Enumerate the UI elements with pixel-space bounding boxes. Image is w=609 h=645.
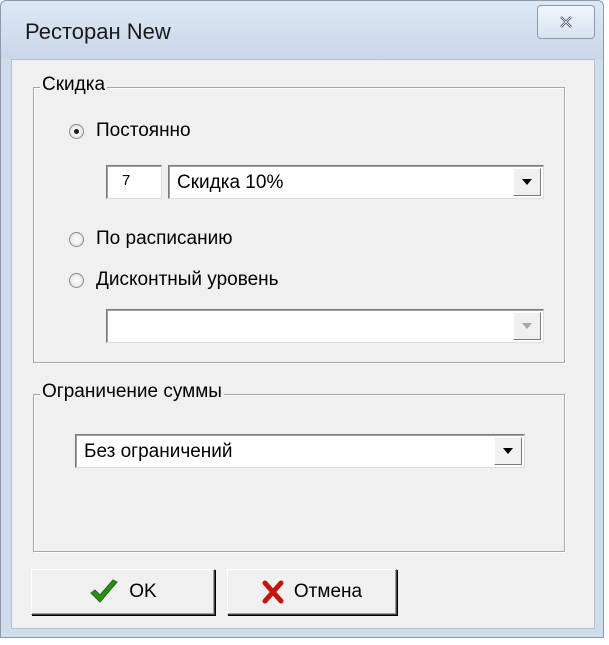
radio-discount-level[interactable]: Дисконтный уровень	[69, 269, 279, 291]
ok-button-label: OK	[129, 581, 157, 602]
discount-select-value: Скидка 10%	[177, 172, 284, 193]
radio-checked-icon	[69, 123, 84, 139]
checkmark-icon	[90, 579, 119, 603]
limit-select-value: Без ограничений	[84, 441, 233, 462]
discount-code-value: 7	[122, 172, 131, 189]
ok-button[interactable]: OK	[31, 569, 215, 615]
radio-constant[interactable]: Постоянно	[69, 120, 191, 142]
discount-code-field[interactable]: 7	[106, 165, 162, 199]
limit-select[interactable]: Без ограничений	[75, 434, 525, 468]
limit-group-label: Ограничение суммы	[40, 381, 224, 403]
dropdown-arrow-icon	[522, 323, 532, 329]
title-bar[interactable]: Ресторан New	[1, 1, 603, 59]
window-title: Ресторан New	[25, 19, 171, 44]
radio-constant-label: Постоянно	[96, 120, 191, 141]
discount-group-label: Скидка	[40, 74, 108, 96]
dialog-window: Ресторан New Скидка Постоянно 7 Скидка 1…	[0, 0, 604, 638]
close-button[interactable]	[537, 5, 595, 39]
cross-icon	[262, 580, 284, 604]
radio-schedule-label: По расписанию	[96, 228, 233, 249]
radio-unchecked-icon	[69, 272, 84, 288]
radio-unchecked-icon	[69, 231, 84, 247]
radio-discount-level-label: Дисконтный уровень	[96, 269, 279, 290]
discount-select[interactable]: Скидка 10%	[168, 165, 544, 199]
dialog-client-area: Скидка Постоянно 7 Скидка 10% По расписа…	[11, 59, 595, 629]
dropdown-button[interactable]	[494, 437, 522, 465]
dropdown-arrow-icon	[522, 179, 532, 185]
limit-group: Ограничение суммы	[33, 381, 565, 552]
dropdown-arrow-icon	[503, 448, 513, 454]
discount-level-select[interactable]	[106, 309, 544, 343]
dropdown-button[interactable]	[513, 168, 541, 196]
radio-schedule[interactable]: По расписанию	[69, 228, 232, 250]
close-icon	[560, 16, 572, 28]
cancel-button[interactable]: Отмена	[227, 569, 397, 615]
dropdown-button[interactable]	[513, 312, 541, 340]
cancel-button-label: Отмена	[293, 581, 363, 602]
